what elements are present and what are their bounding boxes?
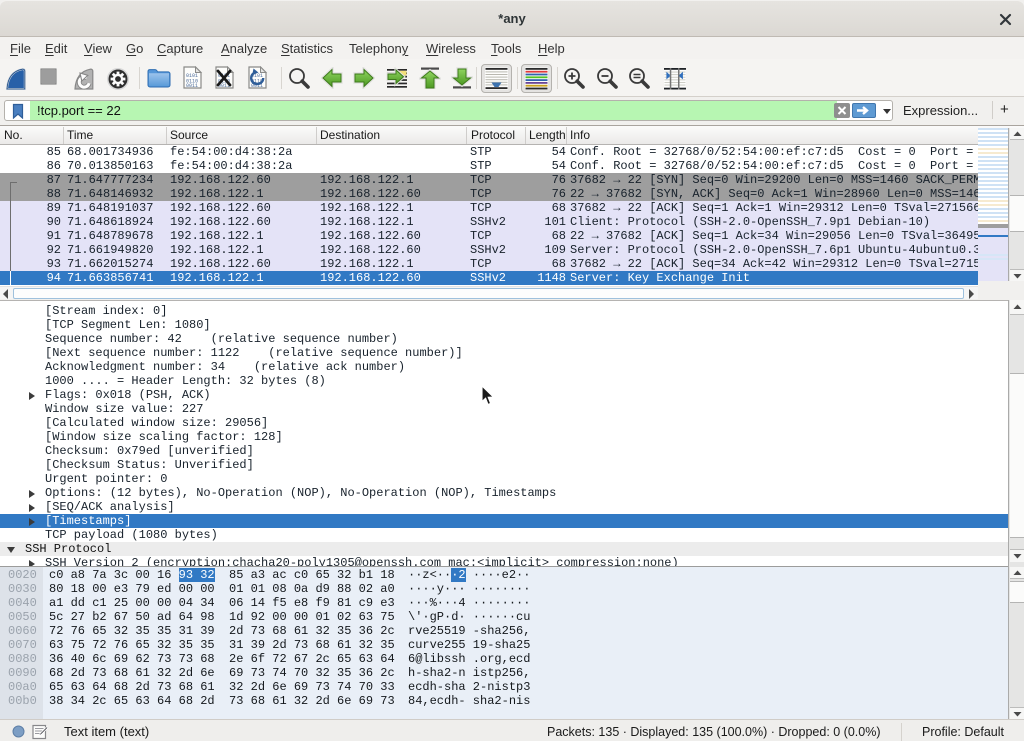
svg-text:0011: 0011 [186,83,198,89]
